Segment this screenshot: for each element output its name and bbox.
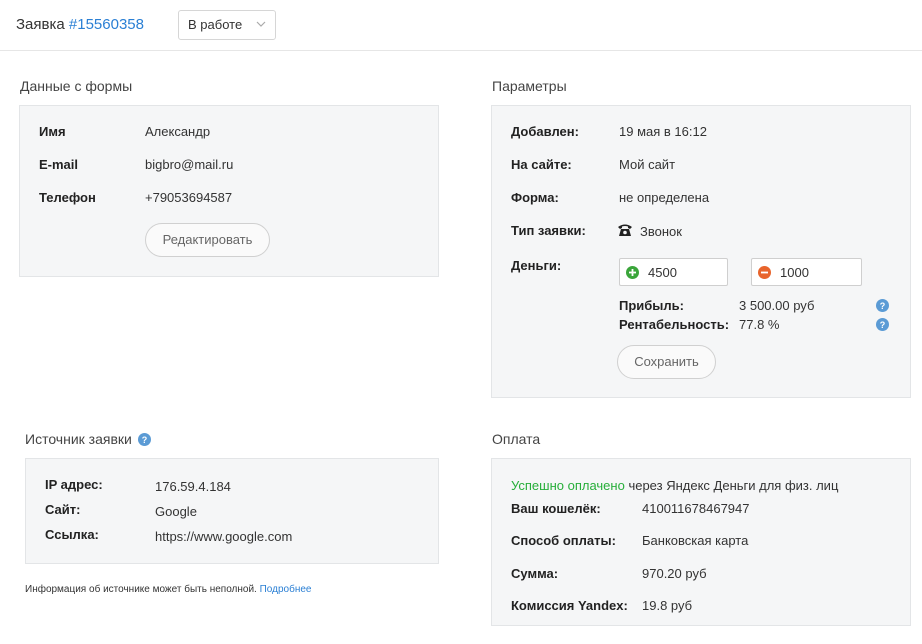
question-circle-icon[interactable]: ? [876, 299, 889, 312]
payment-status: Успешно оплачено через Яндекс Деньги для… [511, 478, 838, 493]
source-title: Источник заявки ? [25, 431, 152, 447]
site-link[interactable]: Мой сайт [619, 157, 675, 172]
fee-label: Комиссия Yandex: [511, 598, 628, 613]
more-info-link[interactable]: Подробнее [260, 584, 312, 595]
email-link[interactable]: bigbro@mail.ru [145, 157, 233, 172]
source-link-label: Ссылка: [45, 527, 99, 542]
profitability-label: Рентабельность: [619, 317, 730, 332]
edit-button[interactable]: Редактировать [145, 223, 270, 257]
status-dropdown[interactable]: В работе [178, 10, 276, 40]
source-site-value: Google [155, 504, 197, 519]
svg-text:?: ? [142, 435, 148, 445]
expense-value: 1000 [780, 265, 809, 280]
question-circle-icon[interactable]: ? [138, 433, 152, 446]
profit-value: 3 500.00 руб [739, 298, 815, 313]
fee-value: 19.8 руб [642, 598, 693, 613]
payment-method-label: Способ оплаты: [511, 533, 616, 548]
wallet-value: 410011678467947 [642, 501, 750, 516]
payment-title: Оплата [492, 431, 541, 447]
added-value: 19 мая в 16:12 [619, 124, 707, 139]
ip-label: IP адрес: [45, 477, 103, 492]
chevron-down-icon [256, 21, 266, 27]
income-input[interactable]: 4500 [619, 258, 728, 286]
source-title-text: Источник заявки [25, 431, 132, 447]
form-label: Форма: [511, 190, 559, 205]
svg-text:?: ? [880, 301, 886, 311]
request-number: #15560358 [68, 16, 144, 33]
source-link[interactable]: https://www.google.com [155, 529, 292, 544]
income-value: 4500 [648, 265, 677, 280]
ip-value: 176.59.4.184 [155, 479, 231, 494]
minus-circle-icon [758, 266, 771, 279]
source-panel [25, 458, 439, 564]
wallet-label: Ваш кошелёк: [511, 501, 601, 516]
source-site-label: Сайт: [45, 502, 81, 517]
svg-text:?: ? [880, 320, 886, 330]
name-label: Имя [39, 124, 66, 139]
header-divider [0, 50, 922, 51]
request-type-value: Звонок [640, 224, 682, 239]
sum-label: Сумма: [511, 566, 559, 581]
page-title-prefix: Заявка [16, 16, 65, 33]
phone-value: +79053694587 [145, 190, 233, 205]
expense-input[interactable]: 1000 [751, 258, 862, 286]
params-title: Параметры [492, 78, 567, 94]
phone-icon [618, 224, 632, 236]
question-circle-icon[interactable]: ? [876, 318, 889, 331]
site-label: На сайте: [511, 157, 572, 172]
payment-status-success: Успешно оплачено [511, 478, 625, 493]
payment-method-value: Банковская карта [642, 533, 749, 548]
profitability-value: 77.8 % [739, 317, 780, 332]
plus-circle-icon [626, 266, 639, 279]
name-value: Александр [145, 124, 211, 139]
added-label: Добавлен: [511, 124, 579, 139]
sum-value: 970.20 руб [642, 566, 707, 581]
payment-status-suffix: через Яндекс Деньги для физ. лиц [628, 478, 839, 493]
profit-label: Прибыль: [619, 298, 684, 313]
phone-label: Телефон [39, 190, 96, 205]
email-label: E-mail [39, 157, 79, 172]
form-data-title: Данные с формы [20, 78, 133, 94]
save-button[interactable]: Сохранить [617, 345, 716, 379]
page-title: Заявка #15560358 [16, 16, 144, 33]
form-value: не определена [619, 190, 710, 205]
source-note: Информация об источнике может быть непол… [25, 584, 311, 595]
source-note-text: Информация об источнике может быть непол… [25, 584, 257, 595]
request-type-label: Тип заявки: [511, 223, 586, 238]
money-label: Деньги: [511, 258, 562, 273]
status-dropdown-value: В работе [188, 17, 243, 32]
